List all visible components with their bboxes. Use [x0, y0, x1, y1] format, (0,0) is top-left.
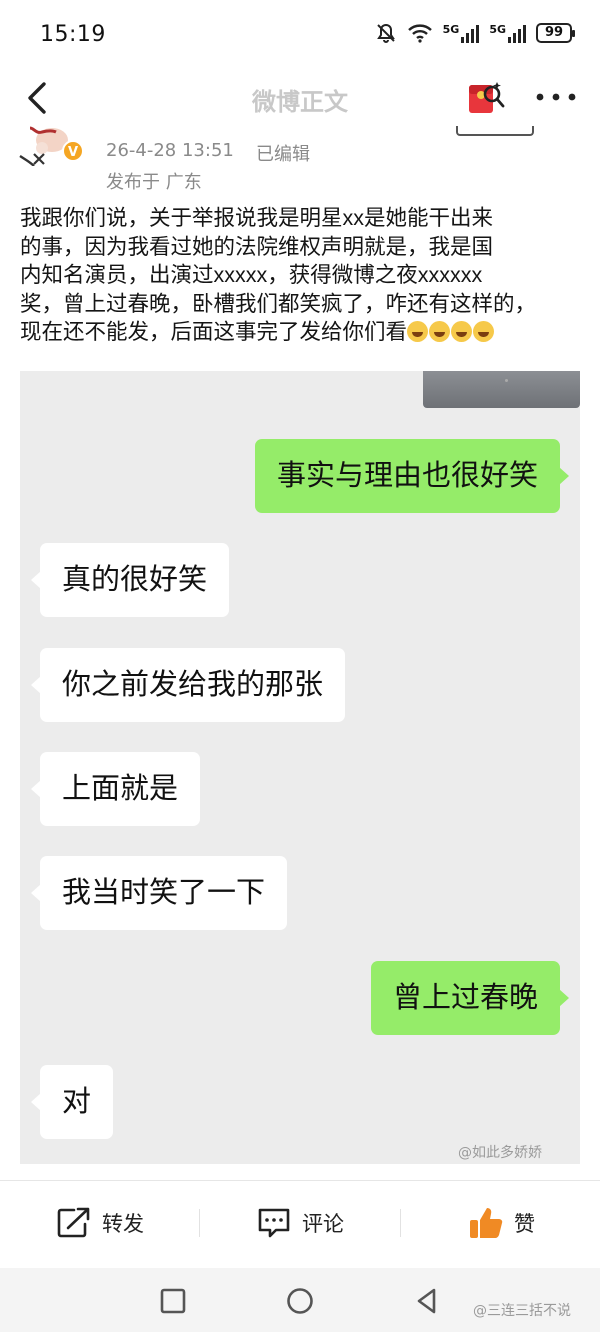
thumbs-up-icon [470, 1208, 503, 1238]
action-separator [199, 1209, 200, 1237]
top-nav: 微博正文 [0, 70, 600, 126]
post-line: 的事，因为我看过她的法院维权声明就是，我是国 [20, 234, 494, 259]
laughing-emoji-icon [429, 321, 451, 342]
page-title: 微博正文 [252, 88, 348, 116]
action-bar: 转发 评论 赞 [0, 1181, 600, 1267]
chat-bubble-received: 你之前发给我的那张 [30, 648, 346, 722]
like-button[interactable]: 赞 [468, 1203, 535, 1243]
chat-bubble-sent: 事实与理由也很好笑 [254, 439, 570, 513]
back-triangle-icon[interactable] [410, 1284, 444, 1318]
comment-button[interactable]: 评论 [256, 1203, 344, 1243]
laughing-emoji-icon [451, 321, 473, 342]
chat-bubble-sent: 曾上过春晚 [370, 961, 570, 1035]
header-image-edge [456, 126, 534, 136]
image-watermark: @如此多娇娇 [458, 1145, 542, 1161]
laughing-emoji-icon [473, 321, 495, 342]
recents-square-icon[interactable] [156, 1284, 190, 1318]
battery-icon: 99 [536, 23, 575, 43]
repost-icon [57, 1207, 90, 1238]
comment-icon [258, 1208, 290, 1238]
mute-bell-icon [376, 23, 395, 43]
action-separator [400, 1209, 401, 1237]
post-line: 奖，曾上过春晚，卧槽我们都笑疯了，咋还有这样的， [20, 291, 537, 316]
wifi-icon [407, 24, 432, 43]
post-body: 我跟你们说，关于举报说我是明星xx是她能干出来 的事，因为我看过她的法院维权声明… [20, 204, 586, 347]
post-date: 26-4-28 13:51 [106, 140, 234, 161]
cell-signal-1: 5G [443, 24, 480, 43]
post-line: 现在还不能发，后面这事完了发给你们看 [20, 320, 408, 344]
like-label: 赞 [514, 1212, 535, 1236]
post-line-last: 现在还不能发，后面这事完了发给你们看 [20, 318, 586, 347]
post-header: V 26-4-28 13:51 已编辑 发布于 广东 [0, 126, 600, 196]
chat-bubble-received: 上面就是 [30, 752, 201, 826]
edited-label: 已编辑 [256, 144, 310, 165]
post-line: 内知名演员，出演过xxxxx，获得微博之夜xxxxxx [20, 263, 483, 287]
network-type-1: 5G [442, 22, 460, 36]
laughing-emoji-icon [407, 321, 429, 342]
footer-watermark: @三连三括不说 [473, 1303, 571, 1319]
status-icons: 5G 5G 99 [375, 22, 575, 44]
cell-signal-2: 5G [489, 24, 526, 43]
chat-bubble-received: 真的很好笑 [30, 543, 230, 617]
comment-label: 评论 [302, 1212, 344, 1236]
status-bar: 15:19 5G 5G 99 [0, 0, 600, 70]
post-location: 发布于 广东 [106, 172, 202, 193]
post-line: 我跟你们说，关于举报说我是明星xx是她能干出来 [20, 206, 494, 230]
chat-bubble-received: 对 [30, 1065, 114, 1139]
home-circle-icon[interactable] [283, 1284, 317, 1318]
status-time: 15:19 [40, 22, 106, 47]
signal-bars-icon [508, 24, 526, 43]
repost-button[interactable]: 转发 [56, 1203, 144, 1243]
chat-bubble-received: 我当时笑了一下 [30, 856, 288, 930]
network-type-2: 5G [489, 22, 506, 36]
red-packet-search-icon[interactable] [466, 78, 506, 118]
repost-label: 转发 [102, 1212, 144, 1236]
verified-badge: V [62, 140, 84, 162]
more-dots-icon[interactable] [534, 90, 578, 104]
chat-header-image [423, 371, 580, 408]
signal-bars-icon [461, 24, 480, 43]
chat-screenshot-image[interactable]: 事实与理由也很好笑 真的很好笑 你之前发给我的那张 上面就是 我当时笑了一下 曾… [20, 371, 580, 1164]
